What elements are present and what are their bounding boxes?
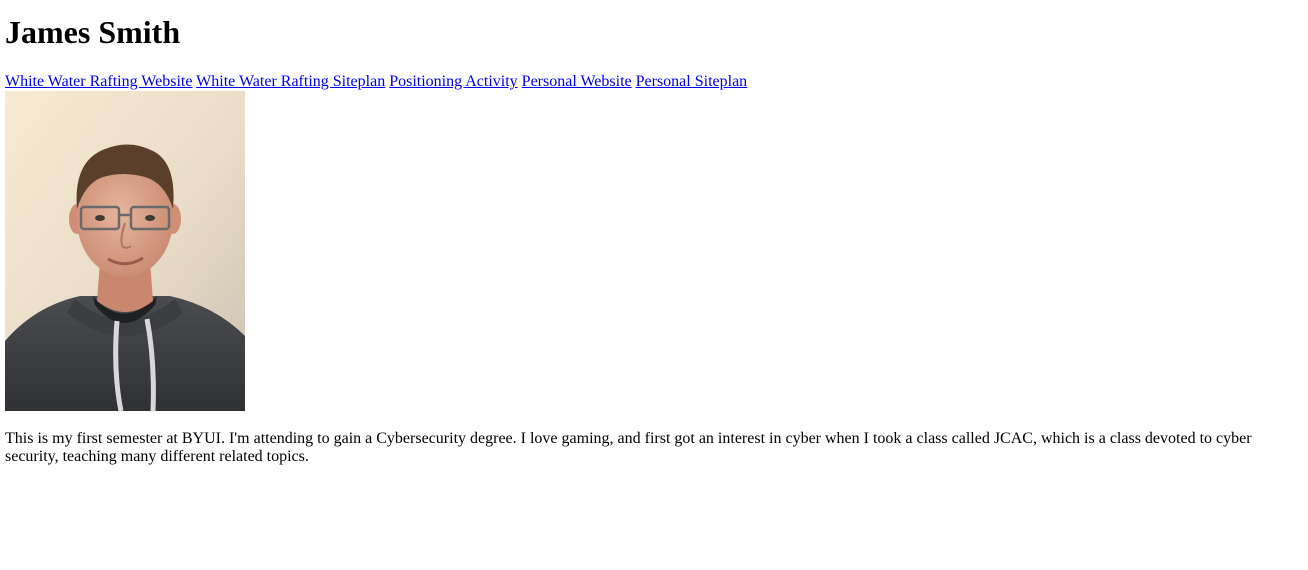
page-title: James Smith: [5, 14, 181, 50]
nav-links: White Water Rafting Website White Water …: [5, 72, 747, 91]
link-white-water-rafting-website[interactable]: White Water Rafting Website: [5, 73, 192, 90]
link-personal-website[interactable]: Personal Website: [522, 73, 632, 90]
portrait-photo: [5, 91, 245, 411]
link-white-water-rafting-siteplan[interactable]: White Water Rafting Siteplan: [196, 73, 385, 90]
link-personal-siteplan[interactable]: Personal Siteplan: [636, 73, 748, 90]
link-positioning-activity[interactable]: Positioning Activity: [389, 73, 517, 90]
bio-paragraph: This is my first semester at BYUI. I'm a…: [5, 430, 1252, 465]
page: James Smith White Water Rafting Website …: [0, 0, 1308, 570]
